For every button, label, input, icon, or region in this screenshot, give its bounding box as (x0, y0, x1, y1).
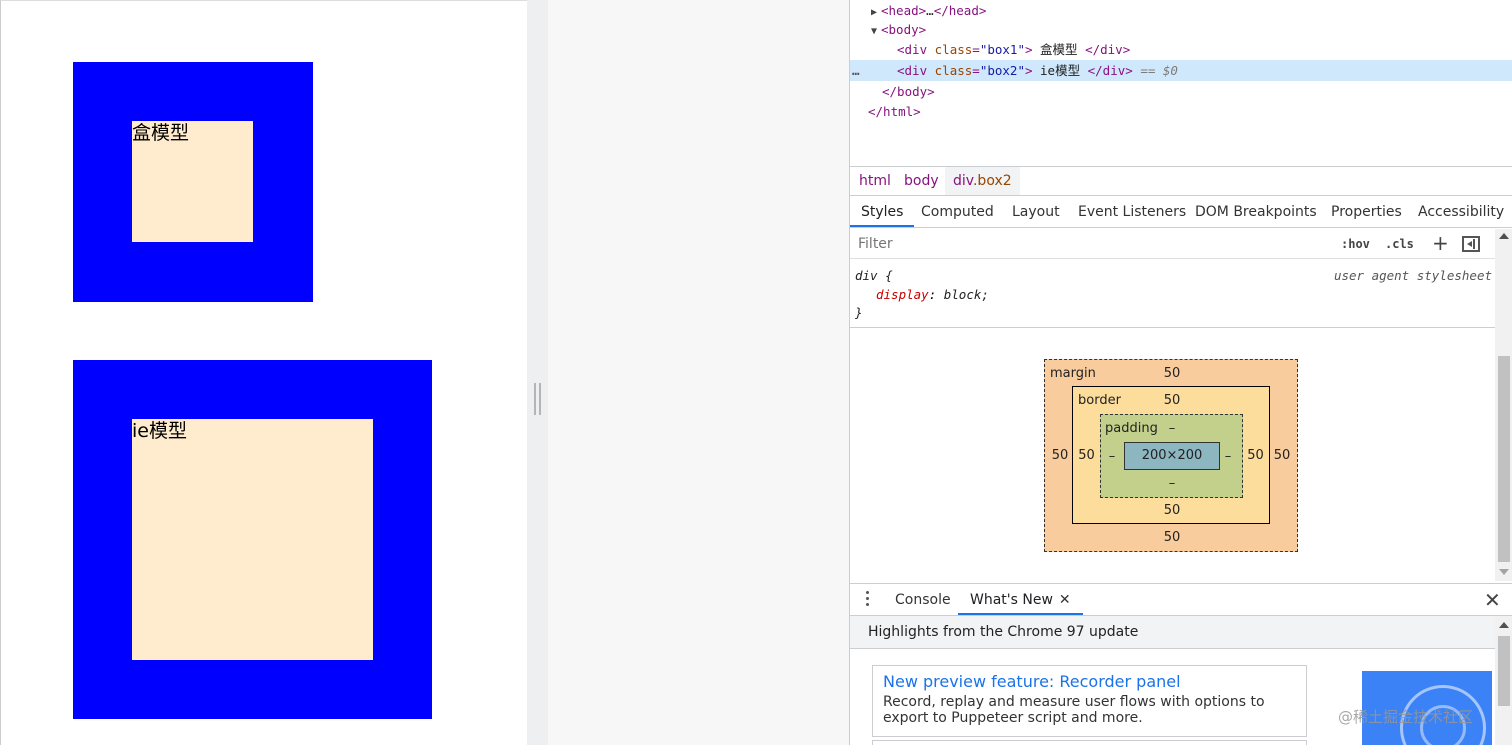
tab-computed[interactable]: Computed (910, 196, 1005, 227)
box-model-diagram: margin 50 50 50 50 border 50 50 50 50 pa… (1044, 359, 1298, 552)
border-left-value[interactable]: 50 (1073, 448, 1100, 464)
styles-filter-input[interactable] (852, 232, 1328, 256)
watermark: @稀土掘金技术社区 (1337, 708, 1473, 726)
scroll-down-arrow-icon[interactable] (1499, 569, 1509, 575)
styles-filter-bar: :hov .cls + (850, 229, 1502, 259)
breadcrumb: html body div.box2 (850, 166, 1512, 196)
hover-state-button[interactable]: :hov (1341, 233, 1370, 255)
scrollbar-thumb[interactable] (1498, 356, 1510, 562)
scrollbar-thumb[interactable] (1498, 636, 1510, 706)
content-box[interactable]: 200×200 (1124, 442, 1220, 470)
devtools-panel: ▶ <head>…</head> ▼ <body> <div class="box1… (849, 0, 1512, 745)
padding-box: padding – – – – 200×200 (1100, 414, 1243, 498)
padding-left-value[interactable]: – (1107, 449, 1117, 465)
border-box: border 50 50 50 50 padding – – – – 200×2… (1072, 386, 1270, 524)
whats-new-body: New preview feature: Recorder panel Reco… (850, 649, 1495, 745)
padding-top-value[interactable]: – (1167, 421, 1177, 437)
dom-node-head[interactable]: ▶ <head>…</head> (850, 0, 1512, 21)
new-style-rule-button[interactable]: + (1432, 232, 1449, 254)
box1-standard-model: 盒模型 (73, 62, 313, 302)
border-top-value[interactable]: 50 (1157, 393, 1187, 409)
border-right-value[interactable]: 50 (1242, 448, 1269, 464)
drawer-tabbar: Console What's New ✕ ✕ (850, 583, 1512, 616)
dom-node-box2-selected[interactable]: … <div class="box2"> ie模型 </div> == $0 (850, 60, 1512, 81)
dom-node-html-close[interactable]: </html> (850, 101, 1512, 122)
drawer-menu-icon[interactable] (866, 591, 870, 609)
breadcrumb-item-div-box2[interactable]: div.box2 (945, 167, 1020, 195)
tab-console[interactable]: Console (895, 584, 951, 615)
breadcrumb-item-html[interactable]: html (851, 167, 899, 195)
dom-node-body-close[interactable]: </body> (850, 81, 1512, 102)
margin-bottom-value[interactable]: 50 (1157, 530, 1187, 546)
page-viewport: 盒模型 ie模型 (0, 0, 527, 745)
drawer-scrollbar[interactable] (1495, 616, 1512, 745)
padding-label: padding (1105, 421, 1158, 436)
rule-declaration[interactable]: display: block; (876, 286, 989, 304)
border-label: border (1078, 393, 1121, 408)
close-icon[interactable]: ✕ (1059, 592, 1071, 608)
viewport-resizer[interactable] (527, 0, 548, 745)
padding-bottom-value[interactable]: – (1167, 476, 1177, 492)
toggle-sidebar-icon[interactable] (1462, 236, 1480, 252)
styles-pane-tabs: Styles Computed Layout Event Listeners D… (850, 196, 1512, 228)
tab-styles[interactable]: Styles (850, 196, 915, 227)
box1-content: 盒模型 (132, 121, 253, 242)
tab-accessibility[interactable]: Accessibility (1407, 196, 1512, 227)
margin-right-value[interactable]: 50 (1267, 448, 1297, 464)
padding-right-value[interactable]: – (1223, 449, 1233, 465)
more-actions-icon[interactable]: … (852, 60, 861, 81)
rule-close-brace: } (855, 305, 863, 320)
scroll-up-arrow-icon[interactable] (1499, 622, 1509, 628)
border-bottom-value[interactable]: 50 (1157, 503, 1187, 519)
viewport-gutter (527, 0, 849, 745)
scroll-up-arrow-icon[interactable] (1499, 233, 1509, 239)
dom-node-box1[interactable]: <div class="box1"> 盒模型 </div> (850, 39, 1512, 60)
margin-label: margin (1050, 366, 1096, 381)
feature-card[interactable]: New preview feature: Recorder panel Reco… (872, 665, 1307, 737)
tab-dom-breakpoints[interactable]: DOM Breakpoints (1184, 196, 1328, 227)
tab-event-listeners[interactable]: Event Listeners (1067, 196, 1197, 227)
feature-description: Record, replay and measure user flows wi… (883, 694, 1265, 726)
whats-new-header: Highlights from the Chrome 97 update (850, 616, 1512, 649)
elements-dom-tree: ▶ <head>…</head> ▼ <body> <div class="box1… (850, 0, 1512, 166)
tab-properties[interactable]: Properties (1320, 196, 1413, 227)
close-drawer-icon[interactable]: ✕ (1484, 587, 1501, 613)
dom-node-body[interactable]: ▼ <body> (850, 19, 1512, 40)
rule-selector[interactable]: div { (855, 267, 893, 285)
tab-whats-new[interactable]: What's New ✕ (958, 584, 1083, 615)
tab-layout[interactable]: Layout (1001, 196, 1071, 227)
margin-top-value[interactable]: 50 (1157, 366, 1187, 382)
class-toggle-button[interactable]: .cls (1385, 233, 1414, 255)
breadcrumb-item-body[interactable]: body (896, 167, 947, 195)
box2-ie-model: ie模型 (73, 360, 432, 719)
margin-left-value[interactable]: 50 (1045, 448, 1075, 464)
feature-title-link[interactable]: New preview feature: Recorder panel (883, 672, 1296, 692)
resize-grip-icon[interactable] (534, 383, 541, 415)
styles-scrollbar[interactable] (1495, 229, 1512, 581)
feature-card-next[interactable] (872, 740, 1307, 745)
box2-content: ie模型 (132, 419, 373, 660)
css-rule-block: div { user agent stylesheet display: blo… (850, 262, 1495, 328)
rule-origin: user agent stylesheet (1333, 268, 1492, 283)
